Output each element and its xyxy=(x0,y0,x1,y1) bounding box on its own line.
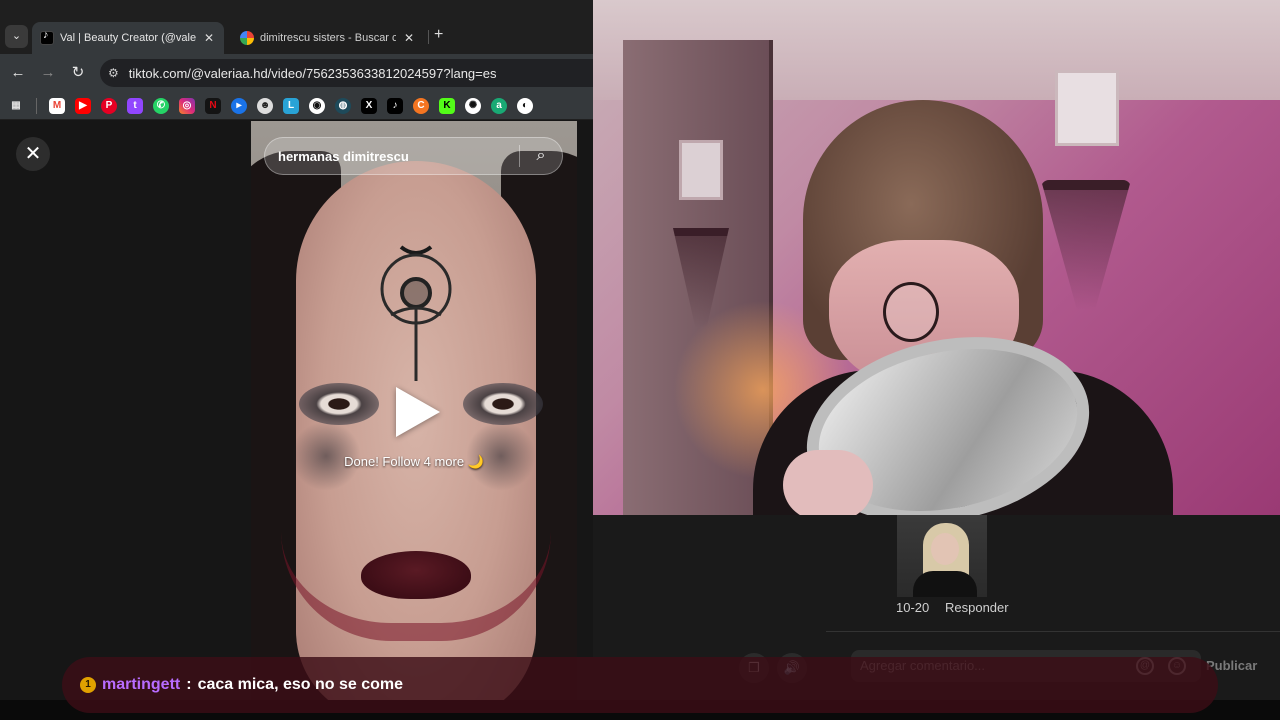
new-tab-icon[interactable]: + xyxy=(434,26,443,44)
reply-button[interactable]: Responder xyxy=(945,600,1009,615)
video-caption: Done! Follow 4 more 🌙 xyxy=(344,454,484,469)
instagram-icon[interactable]: ◎ xyxy=(179,97,195,114)
comment-image[interactable] xyxy=(897,515,987,597)
pinterest-icon[interactable]: P xyxy=(101,97,117,114)
tab-tiktok[interactable]: Val | Beauty Creator (@valeriaa. ✕ xyxy=(32,22,224,54)
circle-icon[interactable]: ◉ xyxy=(309,97,325,114)
search-query: hermanas dimitrescu xyxy=(278,148,409,164)
thumb-face xyxy=(931,533,959,565)
webcam-person-hand xyxy=(783,450,873,515)
webcam-feed xyxy=(593,0,1280,515)
whatsapp-icon[interactable]: ✆ xyxy=(153,97,169,114)
x-icon[interactable]: X xyxy=(361,97,377,114)
site-settings-icon[interactable]: ⚙ xyxy=(108,66,119,80)
google-icon xyxy=(240,31,254,45)
thumb-body xyxy=(913,571,977,597)
ao3-icon[interactable]: a xyxy=(491,97,507,114)
comment-date: 10-20 xyxy=(896,600,930,615)
video-search-bar[interactable]: hermanas dimitrescu ⌕ xyxy=(264,137,563,175)
chat-message-text: caca mica, eso no se come xyxy=(197,676,404,693)
back-icon[interactable]: ← xyxy=(8,63,28,83)
tab-title: Val | Beauty Creator (@valeriaa. xyxy=(60,32,196,44)
reload-icon[interactable]: ↻ xyxy=(68,63,88,83)
bookmarks-bar: ▦ M ▶ P t ✆ ◎ N ▸ ☻ L ◉ ◍ X ♪ C K ✺ a ◐ xyxy=(0,92,593,120)
tab-strip: ⌄ Val | Beauty Creator (@valeriaa. ✕ dim… xyxy=(0,0,593,54)
globe-icon[interactable]: ◍ xyxy=(335,97,351,114)
tab-close-icon[interactable]: ✕ xyxy=(202,31,216,45)
webcam-wall-frame xyxy=(1055,70,1119,146)
search-icon[interactable]: ⌕ xyxy=(520,147,562,165)
openai-icon[interactable]: ✺ xyxy=(465,97,481,114)
play-icon[interactable] xyxy=(396,387,440,437)
tab-separator xyxy=(428,30,429,44)
apps-grid-icon[interactable]: ▦ xyxy=(8,98,24,114)
browser-window: ⌄ Val | Beauty Creator (@valeriaa. ✕ dim… xyxy=(0,0,593,700)
video-eye-right xyxy=(463,383,543,425)
screen: ⌄ Val | Beauty Creator (@valeriaa. ✕ dim… xyxy=(0,0,1280,720)
tiktok-bookmark-icon[interactable]: ♪ xyxy=(387,97,403,114)
forehead-drawing xyxy=(883,282,939,342)
stream-chat-message: 1 martingett : caca mica, eso no se come xyxy=(62,657,1218,713)
video-lips xyxy=(361,551,471,599)
gmail-icon[interactable]: M xyxy=(49,97,65,114)
tiktok-video-page: ✕ hermanas dimitrescu ⌕ Done! Follow 4 m… xyxy=(0,121,593,700)
chat-username: martingett xyxy=(102,676,181,693)
netflix-icon[interactable]: N xyxy=(205,97,221,114)
close-icon[interactable]: ✕ xyxy=(16,137,50,171)
dreamcatcher xyxy=(1041,180,1131,310)
kick-icon[interactable]: K xyxy=(439,97,455,114)
video-eye-left xyxy=(299,383,379,425)
twitch-icon[interactable]: t xyxy=(127,97,143,114)
url-text: tiktok.com/@valeriaa.hd/video/7562353633… xyxy=(128,65,497,81)
cat-icon[interactable]: ☻ xyxy=(257,97,273,114)
tiktok-icon xyxy=(40,29,54,45)
l-icon[interactable]: L xyxy=(283,97,299,114)
crunchyroll-icon[interactable]: C xyxy=(413,97,429,114)
webcam-wall-frame xyxy=(679,140,723,200)
chat-badge-icon: 1 xyxy=(80,677,96,693)
youtube-icon[interactable]: ▶ xyxy=(75,97,91,114)
comment-divider xyxy=(826,631,1280,632)
bookmark-separator xyxy=(36,97,37,114)
browser-toolbar: ← → ↻ ⚙ tiktok.com/@valeriaa.hd/video/75… xyxy=(0,54,593,92)
web-icon[interactable]: ◐ xyxy=(517,97,533,114)
tab-google[interactable]: dimitrescu sisters - Buscar con G ✕ xyxy=(232,22,424,54)
forward-icon[interactable]: → xyxy=(38,63,58,83)
address-bar[interactable]: ⚙ tiktok.com/@valeriaa.hd/video/75623536… xyxy=(100,59,593,87)
play-icon[interactable]: ▸ xyxy=(231,97,247,114)
tab-search-icon[interactable]: ⌄ xyxy=(5,25,28,48)
tab-close-icon[interactable]: ✕ xyxy=(402,31,416,45)
video-player[interactable]: hermanas dimitrescu ⌕ Done! Follow 4 mor… xyxy=(251,121,577,700)
chat-separator: : xyxy=(186,676,192,693)
tab-title: dimitrescu sisters - Buscar con G xyxy=(260,32,396,44)
forehead-tattoo xyxy=(380,245,452,381)
